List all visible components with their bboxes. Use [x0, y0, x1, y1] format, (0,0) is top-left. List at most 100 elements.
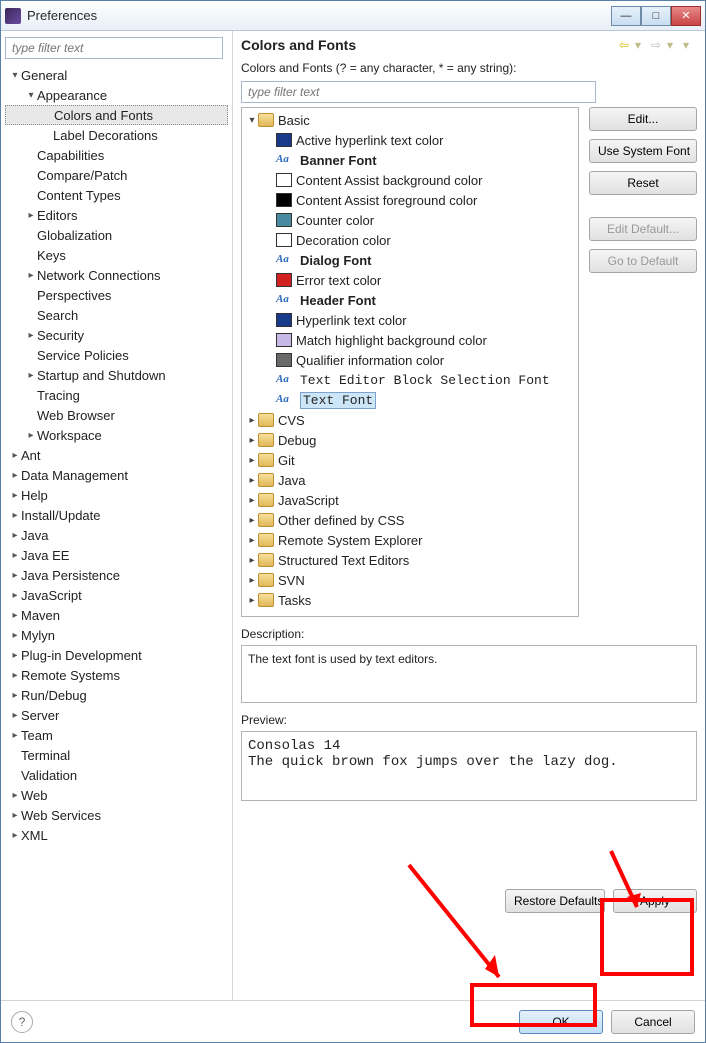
cf-tree-item[interactable]: AaText Font	[244, 390, 576, 410]
chevron-right-icon[interactable]: ▸	[25, 210, 37, 221]
left-filter-input[interactable]	[5, 37, 223, 59]
chevron-right-icon[interactable]: ▸	[246, 535, 258, 546]
maximize-button[interactable]: □	[641, 6, 671, 26]
chevron-down-icon[interactable]: ▾	[25, 90, 37, 101]
tree-item[interactable]: ▸Maven	[5, 605, 228, 625]
cf-tree-item[interactable]: ▸Tasks	[244, 590, 576, 610]
tree-item[interactable]: ▸Java Persistence	[5, 565, 228, 585]
cf-tree-item[interactable]: Error text color	[244, 270, 576, 290]
chevron-right-icon[interactable]: ▸	[246, 495, 258, 506]
cf-tree-item[interactable]: ▸CVS	[244, 410, 576, 430]
cf-tree-item[interactable]: ▸Debug	[244, 430, 576, 450]
reset-button[interactable]: Reset	[589, 171, 697, 195]
tree-item[interactable]: ▸Web Services	[5, 805, 228, 825]
use-system-font-button[interactable]: Use System Font	[589, 139, 697, 163]
chevron-right-icon[interactable]: ▸	[9, 530, 21, 541]
chevron-right-icon[interactable]: ▸	[246, 475, 258, 486]
tree-item[interactable]: ▸Ant	[5, 445, 228, 465]
chevron-right-icon[interactable]: ▸	[9, 730, 21, 741]
tree-item[interactable]: Capabilities	[5, 145, 228, 165]
tree-item[interactable]: ▸Network Connections	[5, 265, 228, 285]
tree-item[interactable]: Colors and Fonts	[5, 105, 228, 125]
chevron-right-icon[interactable]: ▸	[246, 555, 258, 566]
tree-item[interactable]: Service Policies	[5, 345, 228, 365]
tree-item[interactable]: ▸Help	[5, 485, 228, 505]
tree-item[interactable]: Web Browser	[5, 405, 228, 425]
tree-item[interactable]: ▸Java	[5, 525, 228, 545]
tree-item[interactable]: ▸Workspace	[5, 425, 228, 445]
chevron-right-icon[interactable]: ▸	[9, 450, 21, 461]
chevron-right-icon[interactable]: ▸	[25, 330, 37, 341]
chevron-right-icon[interactable]: ▸	[9, 490, 21, 501]
tree-item[interactable]: ▸Startup and Shutdown	[5, 365, 228, 385]
chevron-down-icon[interactable]: ▾	[9, 70, 21, 81]
cf-tree-item[interactable]: ▾Basic	[244, 110, 576, 130]
tree-item[interactable]: ▸Editors	[5, 205, 228, 225]
tree-item[interactable]: ▸Security	[5, 325, 228, 345]
tree-item[interactable]: Label Decorations	[5, 125, 228, 145]
tree-item[interactable]: Terminal	[5, 745, 228, 765]
chevron-right-icon[interactable]: ▸	[9, 630, 21, 641]
chevron-right-icon[interactable]: ▸	[9, 650, 21, 661]
tree-item[interactable]: ▸JavaScript	[5, 585, 228, 605]
cf-tree-item[interactable]: Content Assist foreground color	[244, 190, 576, 210]
restore-defaults-button[interactable]: Restore Defaults	[505, 889, 605, 913]
cf-tree-item[interactable]: AaText Editor Block Selection Font	[244, 370, 576, 390]
tree-item[interactable]: ▸Remote Systems	[5, 665, 228, 685]
cf-tree-item[interactable]: ▸Git	[244, 450, 576, 470]
cf-tree-item[interactable]: ▸Other defined by CSS	[244, 510, 576, 530]
chevron-down-icon[interactable]: ▾	[246, 115, 258, 126]
chevron-right-icon[interactable]: ▸	[9, 470, 21, 481]
cf-tree-item[interactable]: ▸Remote System Explorer	[244, 530, 576, 550]
cf-tree-item[interactable]: AaBanner Font	[244, 150, 576, 170]
chevron-right-icon[interactable]: ▸	[9, 550, 21, 561]
help-icon[interactable]: ?	[11, 1011, 33, 1033]
cf-filter-input[interactable]	[241, 81, 596, 103]
tree-item[interactable]: ▾General	[5, 65, 228, 85]
back-arrow-icon[interactable]: ⇦	[619, 38, 633, 52]
close-button[interactable]: ✕	[671, 6, 701, 26]
chevron-right-icon[interactable]: ▸	[9, 570, 21, 581]
titlebar[interactable]: Preferences — □ ✕	[1, 1, 705, 31]
chevron-right-icon[interactable]: ▸	[9, 810, 21, 821]
minimize-button[interactable]: —	[611, 6, 641, 26]
cf-tree-item[interactable]: Qualifier information color	[244, 350, 576, 370]
tree-item[interactable]: ▸Java EE	[5, 545, 228, 565]
tree-item[interactable]: Validation	[5, 765, 228, 785]
cancel-button[interactable]: Cancel	[611, 1010, 695, 1034]
cf-tree-item[interactable]: AaDialog Font	[244, 250, 576, 270]
back-menu-icon[interactable]: ▾	[635, 38, 649, 52]
chevron-right-icon[interactable]: ▸	[9, 590, 21, 601]
chevron-right-icon[interactable]: ▸	[9, 510, 21, 521]
cf-tree-item[interactable]: ▸Java	[244, 470, 576, 490]
fwd-menu-icon[interactable]: ▾	[667, 38, 681, 52]
chevron-right-icon[interactable]: ▸	[25, 270, 37, 281]
cf-tree-item[interactable]: Content Assist background color	[244, 170, 576, 190]
tree-item[interactable]: ▸Server	[5, 705, 228, 725]
chevron-right-icon[interactable]: ▸	[246, 595, 258, 606]
apply-button[interactable]: Apply	[613, 889, 697, 913]
cf-tree-item[interactable]: ▸SVN	[244, 570, 576, 590]
chevron-right-icon[interactable]: ▸	[246, 575, 258, 586]
chevron-right-icon[interactable]: ▸	[25, 430, 37, 441]
tree-item[interactable]: Search	[5, 305, 228, 325]
chevron-right-icon[interactable]: ▸	[9, 670, 21, 681]
tree-item[interactable]: ▸Plug-in Development	[5, 645, 228, 665]
ok-button[interactable]: OK	[519, 1010, 603, 1034]
category-tree[interactable]: ▾General▾AppearanceColors and FontsLabel…	[5, 65, 228, 845]
chevron-right-icon[interactable]: ▸	[246, 515, 258, 526]
tree-item[interactable]: Compare/Patch	[5, 165, 228, 185]
tree-item[interactable]: ▸Mylyn	[5, 625, 228, 645]
tree-item[interactable]: Tracing	[5, 385, 228, 405]
chevron-right-icon[interactable]: ▸	[25, 370, 37, 381]
cf-tree-item[interactable]: AaHeader Font	[244, 290, 576, 310]
view-menu-icon[interactable]: ▾	[683, 38, 697, 52]
cf-tree-item[interactable]: Decoration color	[244, 230, 576, 250]
cf-tree-item[interactable]: Counter color	[244, 210, 576, 230]
cf-tree-item[interactable]: ▸JavaScript	[244, 490, 576, 510]
cf-tree-item[interactable]: Active hyperlink text color	[244, 130, 576, 150]
chevron-right-icon[interactable]: ▸	[9, 830, 21, 841]
tree-item[interactable]: ▸Web	[5, 785, 228, 805]
tree-item[interactable]: ▸XML	[5, 825, 228, 845]
cf-tree-item[interactable]: Match highlight background color	[244, 330, 576, 350]
